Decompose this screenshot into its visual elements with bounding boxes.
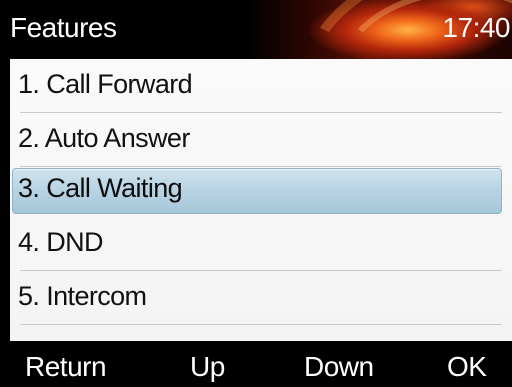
down-softkey[interactable]: Down	[304, 351, 374, 383]
menu-item-call-forward[interactable]: 1. Call Forward	[10, 59, 502, 113]
menu-item-label: 1. Call Forward	[18, 69, 193, 99]
softkey-bar: Return Up Down OK	[0, 341, 512, 387]
header-bar: Features 17:40	[0, 0, 512, 59]
phone-screen: Features 17:40 1. Call Forward 2. Auto A…	[0, 0, 512, 387]
return-softkey[interactable]: Return	[25, 351, 107, 383]
menu-item-label: 3. Call Waiting	[18, 173, 183, 203]
up-softkey[interactable]: Up	[190, 351, 225, 383]
ok-softkey[interactable]: OK	[447, 351, 487, 383]
menu-item-intercom[interactable]: 5. Intercom	[10, 271, 502, 325]
clock: 17:40	[442, 12, 510, 43]
page-title: Features	[10, 12, 117, 43]
features-menu: 1. Call Forward 2. Auto Answer 3. Call W…	[10, 59, 512, 341]
menu-item-auto-answer[interactable]: 2. Auto Answer	[10, 113, 502, 167]
divider	[20, 324, 502, 325]
menu-item-label: 4. DND	[18, 227, 104, 257]
menu-item-label: 5. Intercom	[18, 281, 147, 311]
menu-item-label: 2. Auto Answer	[18, 123, 190, 153]
menu-item-dnd[interactable]: 4. DND	[10, 217, 502, 271]
menu-item-call-waiting[interactable]: 3. Call Waiting	[10, 163, 502, 217]
